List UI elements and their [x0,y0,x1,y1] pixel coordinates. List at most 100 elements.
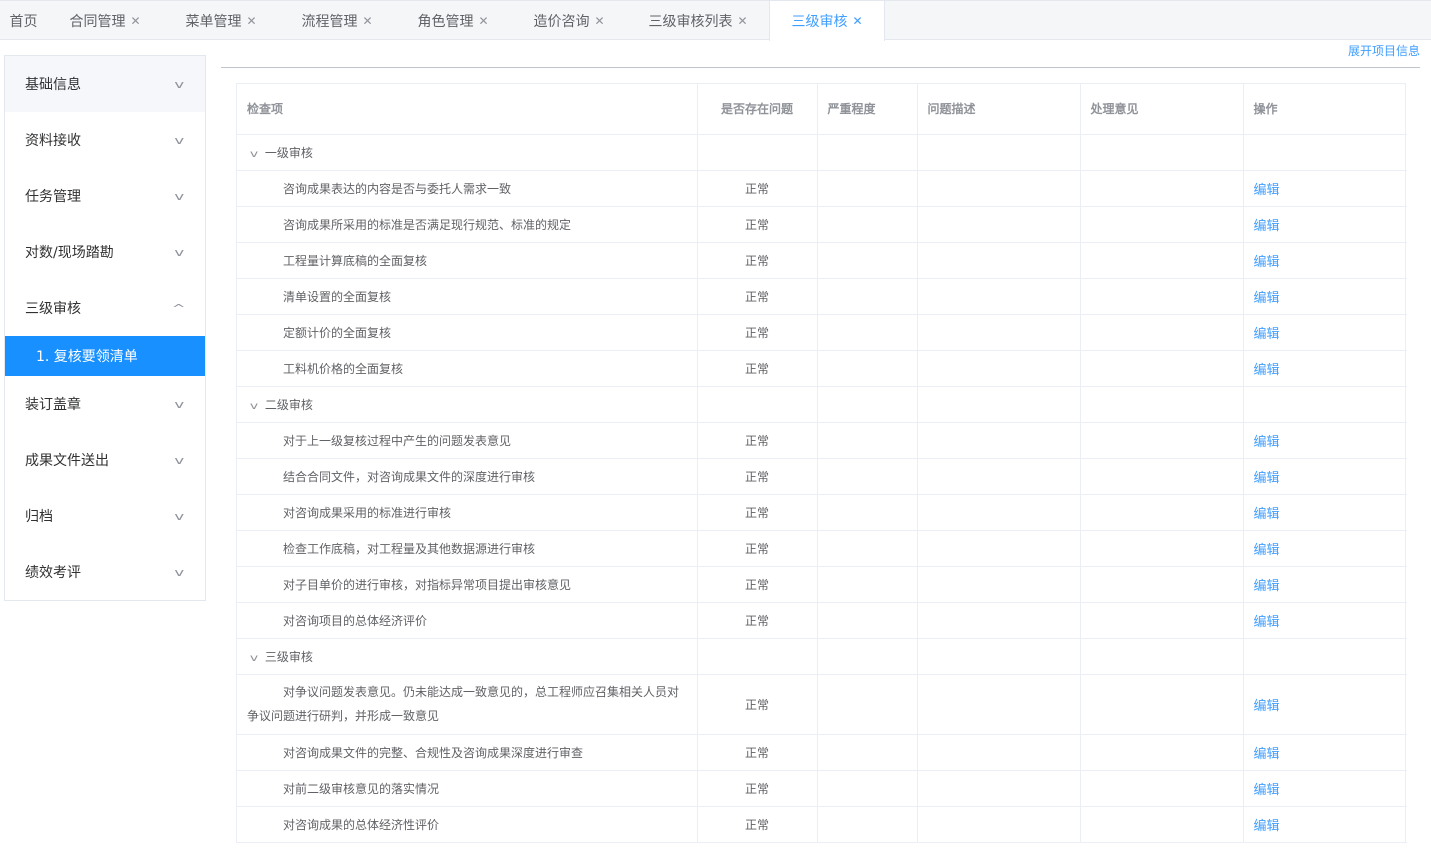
close-icon[interactable]: ✕ [246,14,256,28]
chevron-down-icon[interactable]: v [250,401,258,412]
group-cell[interactable]: v 三级审核 [237,638,698,675]
edit-link[interactable]: 编辑 [1254,543,1280,558]
close-icon[interactable]: ✕ [130,14,140,28]
sidebar-item-2[interactable]: 任务管理 v [5,168,205,224]
empty-cell [697,134,818,171]
sidebar-item-6[interactable]: 成果文件送出 v [5,432,205,488]
edit-link[interactable]: 编辑 [1254,183,1280,198]
divider [221,67,1420,68]
has-issue-cell: 正常 [697,422,818,459]
close-icon[interactable]: ✕ [478,14,488,28]
severity-cell [817,170,918,207]
has-issue-cell: 正常 [697,206,818,243]
edit-link[interactable]: 编辑 [1254,363,1280,378]
empty-cell [1243,638,1407,675]
tab-1[interactable]: 合同管理 ✕ [47,1,163,40]
has-issue-cell: 正常 [697,314,818,351]
edit-link[interactable]: 编辑 [1254,579,1280,594]
tab-0[interactable]: 首页 [0,1,47,40]
edit-link[interactable]: 编辑 [1254,327,1280,342]
issue-description-cell [917,770,1081,807]
has-issue-cell: 正常 [697,170,818,207]
severity-cell [817,206,918,243]
table-row: 咨询成果表达的内容是否与委托人需求一致 正常 编辑 [237,170,1407,207]
has-issue-cell: 正常 [697,806,818,843]
severity-cell [817,602,918,639]
empty-cell [817,638,918,675]
empty-cell [1243,134,1407,171]
sidebar-item-7[interactable]: 归档 v [5,488,205,544]
empty-cell [1080,134,1244,171]
has-issue-cell: 正常 [697,350,818,387]
severity-cell [817,314,918,351]
group-cell[interactable]: v 一级审核 [237,134,698,171]
expand-project-info-link[interactable]: 展开项目信息 [1348,42,1420,59]
group-row[interactable]: v 二级审核 [237,386,1407,423]
severity-cell [817,530,918,567]
sidebar-item-4[interactable]: 三级审核 ^ [5,280,205,336]
handling-opinion-cell [1080,530,1244,567]
sidebar-item-label: 资料接收 [25,133,81,149]
table-row: 定额计价的全面复核 正常 编辑 [237,314,1407,351]
has-issue-cell: 正常 [697,566,818,603]
sidebar-item-8[interactable]: 绩效考评 v [5,544,205,600]
sidebar-item-3[interactable]: 对数/现场踏勘 v [5,224,205,280]
tab-3[interactable]: 流程管理 ✕ [279,1,395,40]
sidebar-item-0[interactable]: 基础信息 v [5,56,205,112]
group-row[interactable]: v 三级审核 [237,638,1407,675]
close-icon[interactable]: ✕ [852,14,862,28]
chevron-down-icon[interactable]: v [250,653,258,664]
edit-link[interactable]: 编辑 [1254,747,1280,762]
issue-description-cell [917,530,1081,567]
tab-6[interactable]: 三级审核列表 ✕ [627,1,769,40]
handling-opinion-cell [1080,422,1244,459]
has-issue-cell: 正常 [697,494,818,531]
close-icon[interactable]: ✕ [737,14,747,28]
sidebar-menu: 基础信息 v 资料接收 v 任务管理 v 对数/现场踏勘 v 三级审核 ^ 1. 复核要领清单装订盖… [4,55,206,601]
sidebar-subitem-review-checklist[interactable]: 1. 复核要领清单 [5,336,205,376]
table-header-row: 检查项 是否存在问题 严重程度 问题描述 处理意见 操作 [237,84,1407,135]
edit-link[interactable]: 编辑 [1254,435,1280,450]
severity-cell [817,494,918,531]
table-row: 对咨询成果采用的标准进行审核 正常 编辑 [237,494,1407,531]
edit-link[interactable]: 编辑 [1254,699,1280,714]
tab-4[interactable]: 角色管理 ✕ [395,1,511,40]
edit-link[interactable]: 编辑 [1254,819,1280,834]
tab-2[interactable]: 菜单管理 ✕ [163,1,279,40]
severity-cell [817,422,918,459]
edit-link[interactable]: 编辑 [1254,291,1280,306]
group-cell[interactable]: v 二级审核 [237,386,698,423]
sidebar-subitem-label: 1. 复核要领清单 [36,349,138,365]
actions-cell: 编辑 [1243,734,1407,771]
tab-7[interactable]: 三级审核 ✕ [769,1,885,41]
handling-opinion-cell [1080,458,1244,495]
empty-cell [817,386,918,423]
severity-cell [817,734,918,771]
severity-cell [817,566,918,603]
edit-link[interactable]: 编辑 [1254,783,1280,798]
issue-description-cell [917,314,1081,351]
close-icon[interactable]: ✕ [594,14,604,28]
edit-link[interactable]: 编辑 [1254,615,1280,630]
group-row[interactable]: v 一级审核 [237,134,1407,171]
actions-cell: 编辑 [1243,674,1407,735]
issue-description-cell [917,458,1081,495]
check-item-cell: 咨询成果所采用的标准是否满足现行规范、标准的规定 [237,206,698,243]
edit-link[interactable]: 编辑 [1254,255,1280,270]
chevron-down-icon[interactable]: v [250,149,258,160]
severity-cell [817,674,918,735]
edit-link[interactable]: 编辑 [1254,507,1280,522]
tab-label: 三级审核列表 [648,13,733,30]
check-item-cell: 工料机价格的全面复核 [237,350,698,387]
check-item-cell: 工程量计算底稿的全面复核 [237,242,698,279]
handling-opinion-cell [1080,602,1244,639]
sidebar-item-5[interactable]: 装订盖章 v [5,376,205,432]
edit-link[interactable]: 编辑 [1254,471,1280,486]
sidebar-item-label: 成果文件送出 [25,453,109,469]
edit-link[interactable]: 编辑 [1254,219,1280,234]
tab-5[interactable]: 造价咨询 ✕ [511,1,627,40]
table-row: 对子目单价的进行审核，对指标异常项目提出审核意见 正常 编辑 [237,566,1407,603]
column-header-check-item: 检查项 [237,84,698,135]
sidebar-item-1[interactable]: 资料接收 v [5,112,205,168]
close-icon[interactable]: ✕ [362,14,372,28]
